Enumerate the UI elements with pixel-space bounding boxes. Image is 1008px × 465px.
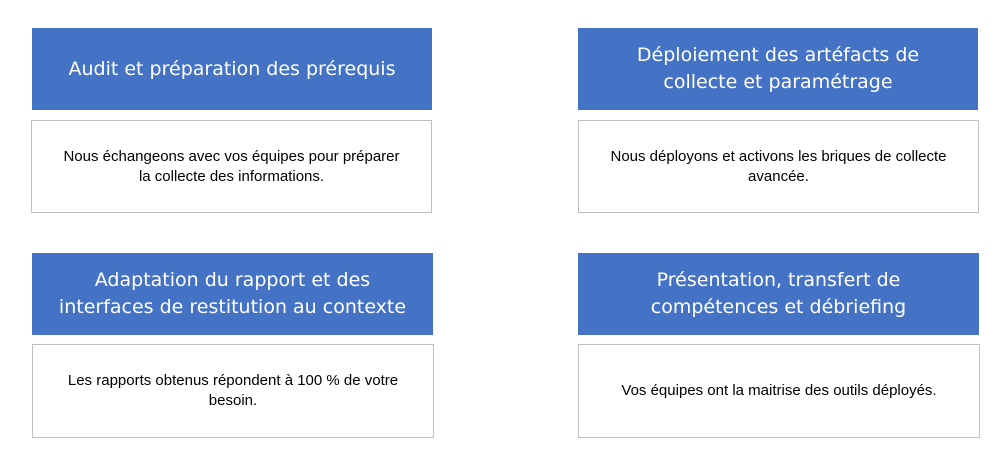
step-2-description-line: Nous déployons et activons les briques d… xyxy=(610,147,947,165)
step-4-title-line: Présentation, transfert de xyxy=(656,269,901,291)
step-3-description-line: besoin. xyxy=(208,392,258,409)
step-4-title-line: compétences et débriefing xyxy=(650,296,907,318)
step-1-description-line: Nous échangeons avec vos équipes pour pr… xyxy=(63,147,400,165)
step-4-title: Présentation, transfert de compétences e… xyxy=(578,253,979,335)
step-3-title-line: Adaptation du rapport et des xyxy=(94,269,371,291)
step-3-description-line: Les rapports obtenus répondent à 100 % d… xyxy=(67,372,399,389)
step-1-title-line: Audit et préparation des prérequis xyxy=(68,57,396,80)
step-2-title-line: Déploiement des artéfacts de xyxy=(636,44,920,66)
step-1-description: Nous échangeons avec vos équipes pour pr… xyxy=(31,120,432,213)
step-3-title: Adaptation du rapport et des interfaces … xyxy=(32,253,433,335)
step-3-title-line: interfaces de restitution au contexte xyxy=(58,296,407,318)
step-2-description: Nous déployons et activons les briques d… xyxy=(578,120,979,213)
step-4-description-line: Vos équipes ont la maitrise des outils d… xyxy=(621,382,937,399)
step-2-title-line: collecte et paramétrage xyxy=(663,71,893,93)
step-3-description: Les rapports obtenus répondent à 100 % d… xyxy=(32,344,434,438)
step-2-title: Déploiement des artéfacts de collecte et… xyxy=(578,28,978,110)
step-1-title: Audit et préparation des prérequis xyxy=(32,28,432,110)
step-1-description-line: la collecte des informations. xyxy=(138,167,325,185)
step-4-description: Vos équipes ont la maitrise des outils d… xyxy=(578,344,980,438)
step-2-description-line: avancée. xyxy=(748,167,809,185)
